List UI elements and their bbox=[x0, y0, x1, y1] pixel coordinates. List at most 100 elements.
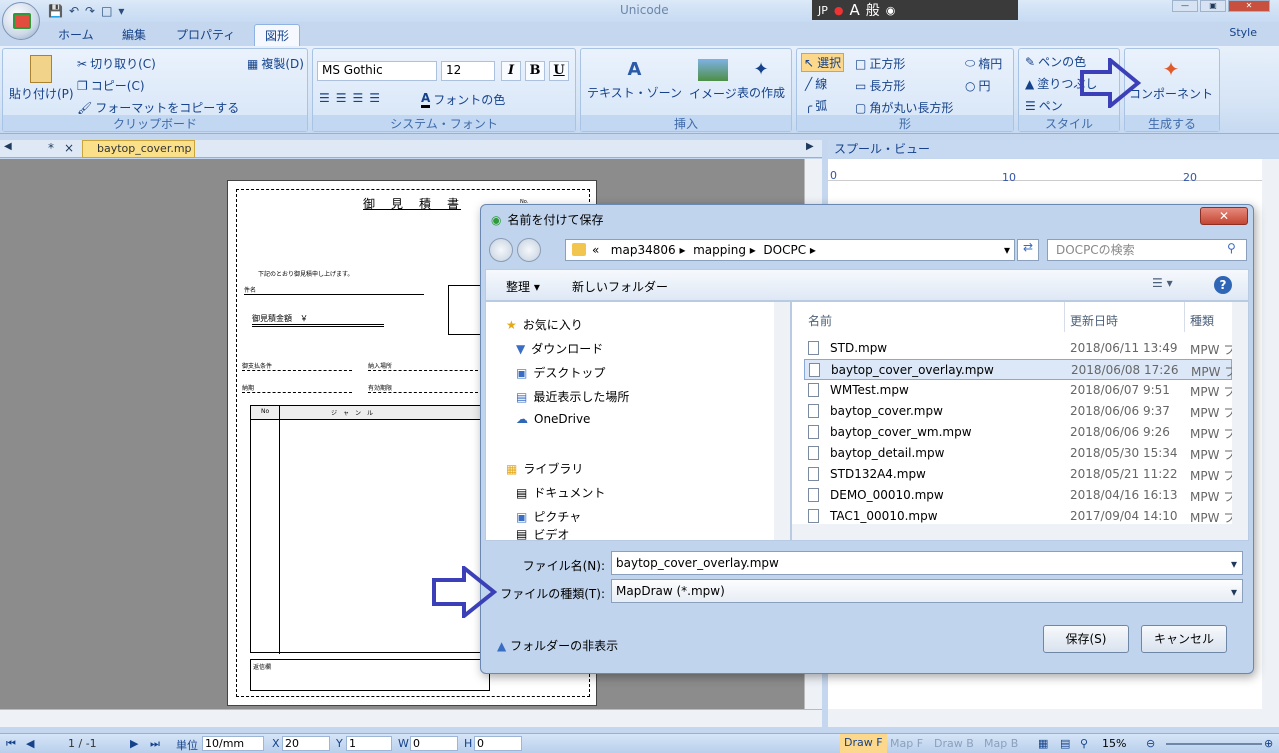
page-icon[interactable]: □ bbox=[101, 4, 112, 18]
minimize-button[interactable]: — bbox=[1172, 0, 1198, 12]
column-date[interactable]: 更新日時 bbox=[1070, 312, 1118, 329]
prev-page-icon[interactable]: ◀ bbox=[26, 737, 34, 750]
spool-vertical-scrollbar[interactable] bbox=[1262, 159, 1279, 709]
create-table-button[interactable]: ✦ 表の作成 bbox=[737, 59, 785, 101]
nav-videos[interactable]: ▤ ビデオ bbox=[516, 528, 569, 540]
align-center-icon[interactable]: ☰ bbox=[336, 91, 347, 105]
file-list-horizontal-scrollbar[interactable] bbox=[792, 524, 1248, 540]
save-icon[interactable]: 💾 bbox=[48, 4, 63, 18]
unit-select[interactable]: 10/mm bbox=[202, 736, 264, 751]
redo-icon[interactable]: ↷ bbox=[85, 4, 95, 18]
spool-horizontal-scrollbar[interactable] bbox=[828, 709, 1279, 727]
tab-edit[interactable]: 編集 bbox=[122, 24, 146, 46]
font-size-select[interactable]: 12 bbox=[441, 61, 495, 81]
nav-favorites[interactable]: ★ お気に入り bbox=[506, 316, 583, 333]
zoom-fit-icon[interactable]: ⚲ bbox=[1080, 737, 1088, 750]
tab-close-icon[interactable]: × bbox=[64, 141, 74, 155]
filetype-dropdown-icon[interactable]: ▾ bbox=[1231, 585, 1237, 599]
circle-tool[interactable]: ○ 円 bbox=[965, 77, 991, 94]
filetype-select[interactable]: MapDraw (*.mpw) bbox=[611, 579, 1243, 603]
paste-button[interactable]: 貼り付け(P) bbox=[9, 55, 74, 102]
last-page-icon[interactable]: ⏭ bbox=[150, 737, 160, 751]
help-icon[interactable]: ? bbox=[1214, 276, 1232, 294]
italic-button[interactable]: I bbox=[501, 61, 521, 81]
rectangle-tool[interactable]: ▭ 長方形 bbox=[855, 77, 905, 94]
arc-tool[interactable]: ╭ 弧 bbox=[805, 97, 827, 114]
underline-button[interactable]: U bbox=[549, 61, 569, 81]
close-window-button[interactable]: ✕ bbox=[1228, 0, 1270, 12]
breadcrumb-mapping[interactable]: mapping bbox=[693, 243, 746, 257]
view-normal-icon[interactable]: ▦ bbox=[1038, 737, 1048, 750]
file-row[interactable]: baytop_cover_wm.mpw 2018/06/06 9:26 MPW フ bbox=[804, 422, 1235, 443]
tab-home[interactable]: ホーム bbox=[58, 24, 94, 46]
file-row[interactable]: DEMO_00010.mpw 2018/04/16 16:13 MPW フ bbox=[804, 485, 1235, 506]
file-row[interactable]: baytop_cover.mpw 2018/06/06 9:37 MPW フ bbox=[804, 401, 1235, 422]
file-row[interactable]: STD.mpw 2018/06/11 13:49 MPW フ bbox=[804, 338, 1235, 359]
filename-dropdown-icon[interactable]: ▾ bbox=[1231, 557, 1237, 571]
file-row[interactable]: WMTest.mpw 2018/06/07 9:51 MPW フ bbox=[804, 380, 1235, 401]
address-dropdown-icon[interactable]: ▾ bbox=[1004, 240, 1010, 260]
line-tool[interactable]: ╱ 線 bbox=[805, 75, 827, 92]
tab-properties[interactable]: プロパティ bbox=[176, 24, 235, 46]
text-zone-button[interactable]: A テキスト・ゾーン bbox=[587, 59, 682, 101]
pen-button[interactable]: ☰ ペン bbox=[1025, 97, 1063, 114]
ime-lang[interactable]: JP bbox=[818, 4, 828, 17]
h-input[interactable]: 0 bbox=[474, 736, 522, 751]
first-page-icon[interactable]: ⏮ bbox=[6, 737, 16, 751]
align-left-icon[interactable]: ☰ bbox=[319, 91, 330, 105]
tab-baytop-cover[interactable]: baytop_cover.mp bbox=[82, 140, 195, 158]
view-options-icon[interactable]: ☰ ▾ bbox=[1152, 276, 1173, 290]
style-menu[interactable]: Style bbox=[1229, 26, 1257, 39]
breadcrumb-docpc[interactable]: DOCPC bbox=[763, 243, 806, 257]
refresh-icon[interactable]: ⇄ bbox=[1017, 239, 1039, 261]
ime-icon[interactable]: ● bbox=[834, 4, 844, 17]
ellipse-tool[interactable]: ⬭ 楕円 bbox=[965, 55, 1002, 72]
search-input[interactable]: DOCPCの検索 bbox=[1047, 239, 1247, 261]
next-page-icon[interactable]: ▶ bbox=[130, 737, 138, 750]
column-name[interactable]: 名前 bbox=[808, 312, 832, 329]
square-tool[interactable]: □ 正方形 bbox=[855, 55, 905, 72]
editor-horizontal-scrollbar[interactable] bbox=[0, 709, 822, 727]
format-painter-button[interactable]: 🖌 フォーマットをコピーする bbox=[77, 99, 239, 116]
file-row[interactable]: baytop_detail.mpw 2018/05/30 15:34 MPW フ bbox=[804, 443, 1235, 464]
tab-draw-front[interactable]: Draw F bbox=[840, 734, 887, 753]
nav-documents[interactable]: ▤ ドキュメント bbox=[516, 484, 605, 501]
align-justify-icon[interactable]: ☰ bbox=[369, 91, 380, 105]
cut-button[interactable]: ✂ 切り取り(C) bbox=[77, 55, 156, 72]
bold-button[interactable]: B bbox=[525, 61, 545, 81]
tab-draw-back[interactable]: Draw B bbox=[934, 737, 974, 750]
back-button[interactable] bbox=[489, 238, 513, 262]
tab-scroll-left-icon[interactable]: ◀ bbox=[4, 141, 12, 152]
nav-onedrive[interactable]: ☁ OneDrive bbox=[516, 412, 590, 426]
nav-pictures[interactable]: ▣ ピクチャ bbox=[516, 508, 581, 525]
nav-downloads[interactable]: ▼ ダウンロード bbox=[516, 340, 603, 357]
column-type[interactable]: 種類 bbox=[1190, 312, 1214, 329]
hide-folders-toggle[interactable]: ▲ フォルダーの非表示 bbox=[497, 637, 618, 654]
undo-icon[interactable]: ↶ bbox=[69, 4, 79, 18]
ime-mode-a[interactable]: A bbox=[850, 1, 860, 19]
select-tool[interactable]: ↖ 選択 bbox=[801, 53, 845, 72]
x-input[interactable]: 20 bbox=[282, 736, 330, 751]
align-right-icon[interactable]: ☰ bbox=[353, 91, 364, 105]
customize-icon[interactable]: ▾ bbox=[118, 4, 124, 18]
zoom-in-icon[interactable]: ⊕ bbox=[1264, 737, 1273, 750]
file-row[interactable]: STD132A4.mpw 2018/05/21 11:22 MPW フ bbox=[804, 464, 1235, 485]
view-layout-icon[interactable]: ▤ bbox=[1060, 737, 1070, 750]
duplicate-button[interactable]: ▦ 複製(D) bbox=[247, 55, 304, 72]
y-input[interactable]: 1 bbox=[346, 736, 392, 751]
save-button[interactable]: 保存(S) bbox=[1043, 625, 1129, 653]
file-row-selected[interactable]: baytop_cover_overlay.mpw 2018/06/08 17:26… bbox=[804, 359, 1236, 380]
restore-button[interactable]: ▣ bbox=[1200, 0, 1226, 12]
zoom-out-icon[interactable]: ⊖ bbox=[1146, 737, 1155, 750]
nav-libraries[interactable]: ▦ ライブラリ bbox=[506, 460, 583, 477]
dialog-close-button[interactable]: ✕ bbox=[1200, 207, 1248, 225]
font-family-select[interactable]: MS Gothic bbox=[317, 61, 437, 81]
nav-scrollbar[interactable] bbox=[774, 302, 790, 540]
path-breadcrumb[interactable]: « map34806 ▸ mapping ▸ DOCPC ▸ ▾ bbox=[565, 239, 1015, 261]
tab-scroll-right-icon[interactable]: ▶ bbox=[806, 141, 814, 152]
rounded-rect-tool[interactable]: ▢ 角が丸い長方形 bbox=[855, 99, 953, 116]
filename-input[interactable]: baytop_cover_overlay.mpw bbox=[611, 551, 1243, 575]
copy-button[interactable]: ❐ コピー(C) bbox=[77, 77, 145, 94]
cancel-button[interactable]: キャンセル bbox=[1141, 625, 1227, 653]
forward-button[interactable] bbox=[517, 238, 541, 262]
